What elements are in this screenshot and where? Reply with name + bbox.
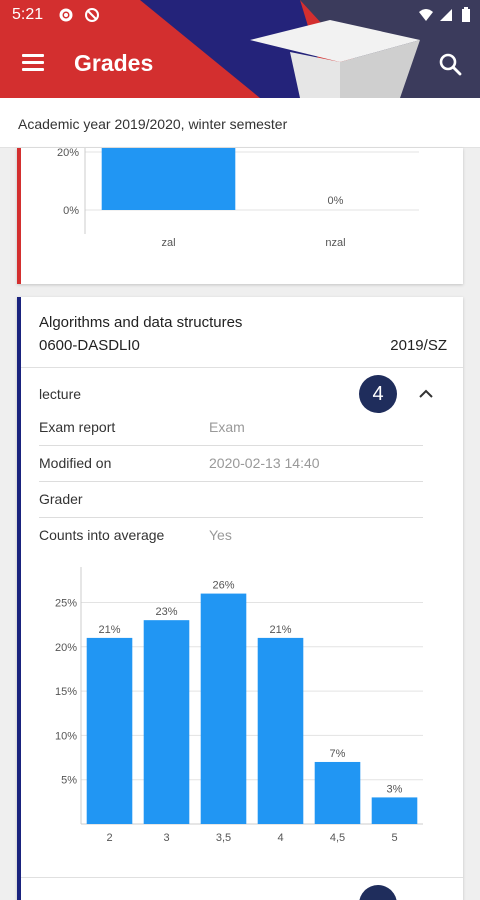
data-label: 26% — [212, 580, 234, 592]
chart-bar — [101, 148, 236, 210]
chart-bar — [371, 797, 418, 824]
semester-header: Academic year 2019/2020, winter semester — [0, 98, 480, 148]
battery-icon — [462, 7, 470, 22]
y-tick-label: 20% — [55, 642, 77, 654]
grade-badge — [359, 885, 397, 900]
y-tick-label: 5% — [61, 775, 77, 787]
gear-icon — [59, 8, 73, 22]
data-label: 21% — [98, 624, 120, 636]
x-tick-label: nzal — [325, 237, 345, 249]
y-tick-label: 10% — [55, 730, 77, 742]
signal-icon — [440, 9, 452, 21]
chart-bar — [86, 637, 133, 824]
data-label: 0% — [328, 195, 344, 207]
semester-subtitle: Academic year 2019/2020, winter semester — [18, 116, 288, 132]
x-tick-label: 4 — [277, 832, 283, 844]
status-time: 5:21 — [12, 6, 44, 23]
x-tick-label: 4,5 — [330, 832, 345, 844]
menu-button[interactable] — [20, 52, 50, 76]
previous-course-card[interactable]: 20% 0% zal 0% nzal — [17, 148, 463, 284]
data-label: 7% — [330, 748, 346, 760]
chart-bar — [314, 761, 361, 824]
x-tick-label: zal — [161, 237, 175, 249]
x-tick-label: 2 — [106, 832, 112, 844]
previous-grade-chart: 20% 0% zal 0% nzal — [57, 148, 419, 249]
grade-distribution-chart: 25% 20% 15% 10% 5% 21% 2 23% 3 26% 3,5 21% 4 7% 4,5 3% 5 — [55, 567, 423, 844]
course-card[interactable]: Algorithms and data structures 0600-DASD… — [17, 297, 463, 900]
page-title: Grades — [74, 50, 154, 76]
y-tick-label: 20% — [57, 148, 79, 159]
dnd-icon — [85, 8, 99, 22]
x-tick-label: 3,5 — [216, 832, 231, 844]
x-tick-label: 5 — [391, 832, 397, 844]
chart-bar — [200, 593, 247, 824]
y-tick-label: 25% — [55, 597, 77, 609]
card-divider — [21, 877, 463, 878]
chart-bar — [143, 620, 190, 824]
data-label: 3% — [387, 783, 403, 795]
chart-bar — [257, 637, 304, 824]
status-bar: 5:21 — [0, 0, 480, 30]
app-bar: 5:21 Grades — [0, 0, 480, 98]
data-label: 23% — [155, 606, 177, 618]
y-tick-label: 15% — [55, 686, 77, 698]
wifi-icon — [419, 9, 433, 21]
x-tick-label: 3 — [163, 832, 169, 844]
data-label: 21% — [269, 624, 291, 636]
y-tick-label: 0% — [63, 205, 79, 217]
search-icon[interactable] — [436, 50, 466, 80]
